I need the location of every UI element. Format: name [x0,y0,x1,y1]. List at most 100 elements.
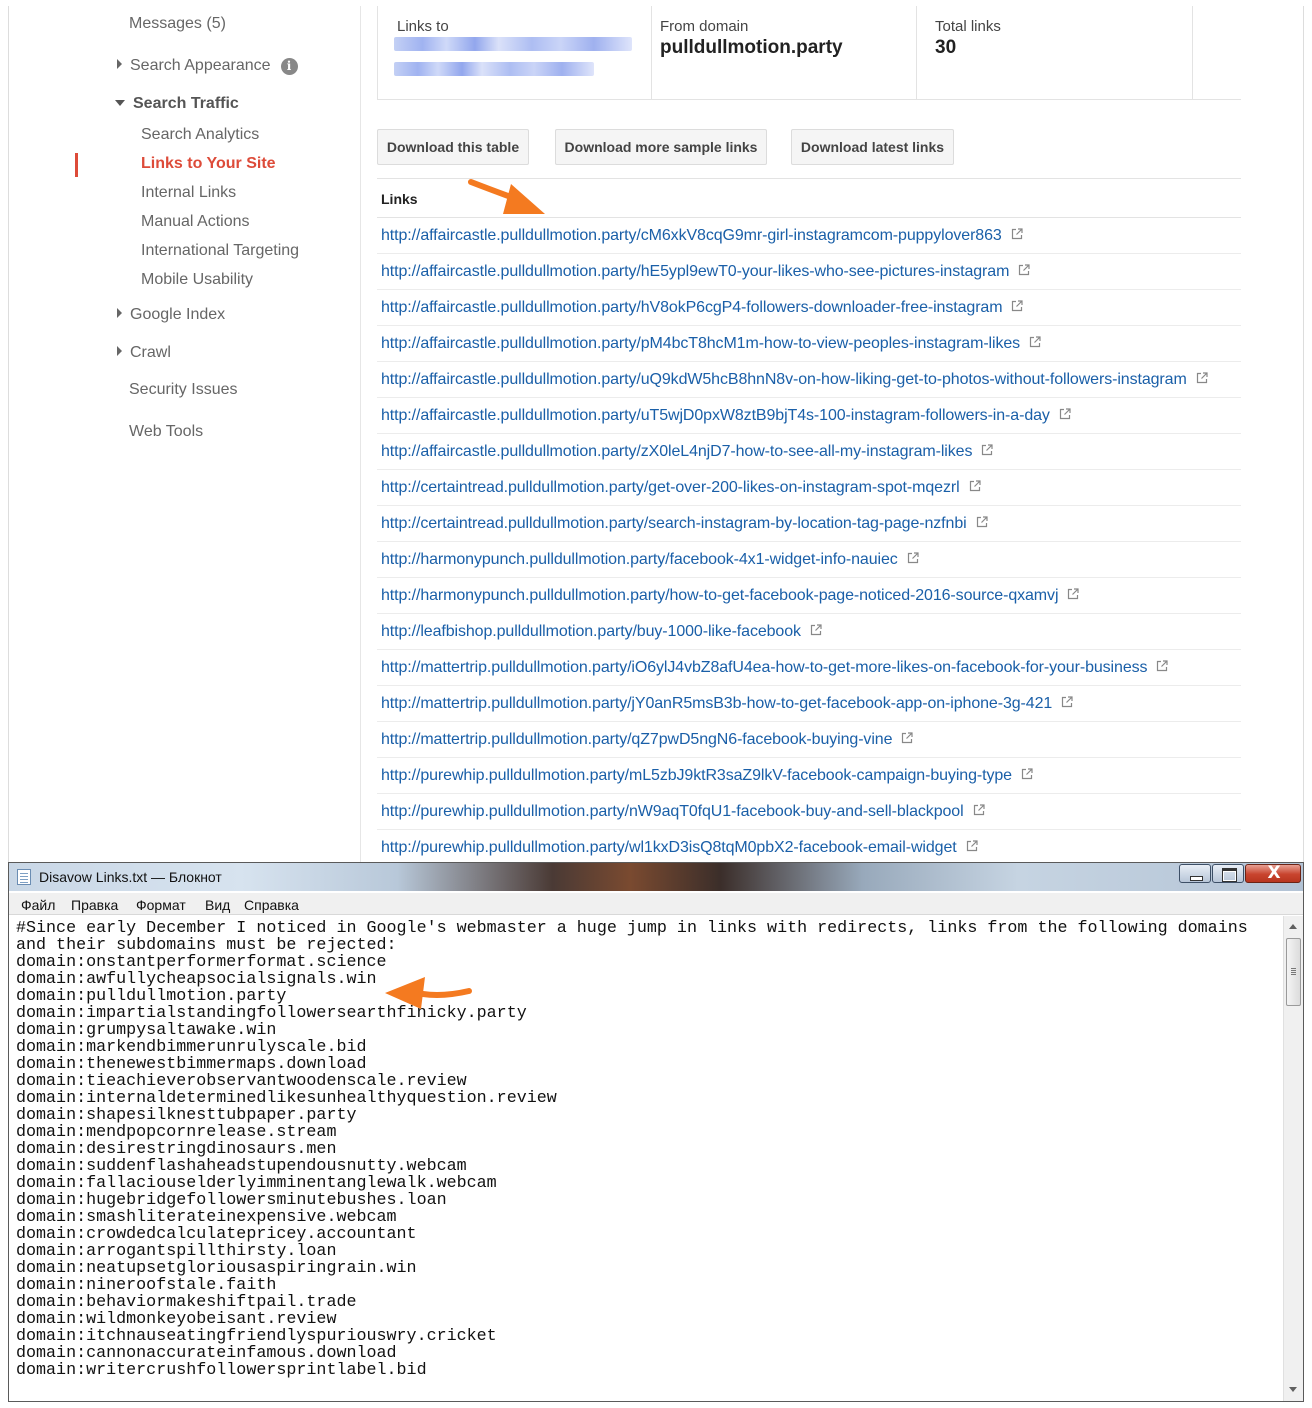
external-link-icon[interactable] [901,732,913,744]
sidebar-item-web-tools[interactable]: Web Tools [129,423,203,441]
link-url[interactable]: http://affaircastle.pulldullmotion.party… [381,227,1023,245]
external-link-icon[interactable] [981,444,993,456]
external-link-icon[interactable] [1018,264,1030,276]
minimize-button[interactable] [1179,864,1211,883]
external-link-icon[interactable] [1011,228,1023,240]
link-text: http://harmonypunch.pulldullmotion.party… [381,587,1059,604]
search-console-screenshot: Messages (5) Search Appearance i Search T… [8,6,1304,862]
external-link-icon[interactable] [976,516,988,528]
table-row: http://certaintread.pulldullmotion.party… [377,506,1241,542]
expand-arrow-icon [117,308,122,318]
link-url[interactable]: http://mattertrip.pulldullmotion.party/q… [381,731,913,749]
info-icon[interactable]: i [280,58,298,75]
link-url[interactable]: http://purewhip.pulldullmotion.party/mL5… [381,767,1033,785]
link-text: http://purewhip.pulldullmotion.party/nW9… [381,803,964,820]
sidebar-item-label: Search Traffic [133,95,239,112]
sidebar-item-search-analytics[interactable]: Search Analytics [141,126,259,144]
sidebar-item-label: Google Index [130,306,226,323]
sidebar-item-internal-links[interactable]: Internal Links [141,184,236,202]
sidebar-item-mobile-usability[interactable]: Mobile Usability [141,271,253,289]
external-link-icon[interactable] [1011,300,1024,312]
link-url[interactable]: http://purewhip.pulldullmotion.party/nW9… [381,803,985,821]
external-link-icon[interactable] [1021,768,1033,780]
notepad-icon [17,869,31,885]
link-url[interactable]: http://harmonypunch.pulldullmotion.party… [381,551,919,569]
external-link-icon[interactable] [1196,372,1208,384]
external-link-icon[interactable] [1067,588,1080,600]
menu-file[interactable]: Файл [21,897,55,913]
link-text: http://certaintread.pulldullmotion.party… [381,515,967,532]
link-url[interactable]: http://affaircastle.pulldullmotion.party… [381,263,1030,281]
link-text: http://affaircastle.pulldullmotion.party… [381,371,1187,388]
sidebar-item-messages[interactable]: Messages (5) [129,15,226,33]
sidebar-nav: Messages (5) Search Appearance i Search T… [9,6,361,862]
link-url[interactable]: http://purewhip.pulldullmotion.party/wl1… [381,839,978,857]
external-link-icon[interactable] [907,552,919,564]
sidebar-item-search-traffic[interactable]: Search Traffic [115,95,239,113]
link-url[interactable]: http://harmonypunch.pulldullmotion.party… [381,587,1080,605]
menu-view[interactable]: Вид [205,897,230,913]
sidebar-item-manual-actions[interactable]: Manual Actions [141,213,250,231]
close-button[interactable]: X [1245,863,1301,883]
link-url[interactable]: http://affaircastle.pulldullmotion.party… [381,335,1041,353]
active-indicator [75,153,78,177]
sidebar-item-links-to-your-site[interactable]: Links to Your Site [141,155,276,173]
menu-help[interactable]: Справка [244,897,299,913]
link-url[interactable]: http://certaintread.pulldullmotion.party… [381,515,988,533]
notepad-window: Disavow Links.txt — Блокнот X Файл Правк… [8,862,1304,1402]
table-row: http://mattertrip.pulldullmotion.party/q… [377,722,1241,758]
table-row: http://purewhip.pulldullmotion.party/nW9… [377,794,1241,830]
download-latest-links-button[interactable]: Download latest links [791,129,954,165]
text-editor-area[interactable]: #Since early December I noticed in Googl… [9,916,1283,1401]
table-row: http://affaircastle.pulldullmotion.party… [377,290,1241,326]
summary-empty-cell [1192,6,1241,100]
link-url[interactable]: http://affaircastle.pulldullmotion.party… [381,443,993,461]
link-url[interactable]: http://mattertrip.pulldullmotion.party/i… [381,659,1169,677]
sidebar-item-google-index[interactable]: Google Index [117,306,225,324]
link-url[interactable]: http://affaircastle.pulldullmotion.party… [381,371,1208,389]
expand-arrow-icon [117,346,122,356]
scroll-up-arrow-icon[interactable] [1289,924,1297,929]
window-titlebar[interactable]: Disavow Links.txt — Блокнот X [9,863,1303,891]
vertical-scrollbar[interactable] [1283,916,1303,1401]
main-content: Links to From domain pulldullmotion.part… [377,6,1303,862]
maximize-button[interactable] [1212,864,1244,883]
sidebar-item-crawl[interactable]: Crawl [117,344,171,362]
link-url[interactable]: http://leafbishop.pulldullmotion.party/b… [381,623,822,641]
summary-from-domain: From domain pulldullmotion.party [651,6,916,100]
summary-links-to: Links to [377,6,651,100]
menu-bar: Файл Правка Формат Вид Справка [9,893,1303,915]
table-row: http://affaircastle.pulldullmotion.party… [377,362,1241,398]
link-url[interactable]: http://mattertrip.pulldullmotion.party/j… [381,695,1073,713]
link-text: http://mattertrip.pulldullmotion.party/i… [381,659,1148,676]
download-table-button[interactable]: Download this table [377,129,529,165]
table-row: http://harmonypunch.pulldullmotion.party… [377,542,1241,578]
summary-table: Links to From domain pulldullmotion.part… [377,6,1241,100]
table-row: http://mattertrip.pulldullmotion.party/j… [377,686,1241,722]
collapse-arrow-icon [115,100,125,106]
summary-value: 30 [935,37,957,58]
external-link-icon[interactable] [1156,660,1169,672]
link-url[interactable]: http://affaircastle.pulldullmotion.party… [381,299,1024,317]
sidebar-item-security-issues[interactable]: Security Issues [129,381,237,399]
menu-format[interactable]: Формат [136,897,186,913]
external-link-icon[interactable] [966,840,978,852]
external-link-icon[interactable] [1029,336,1041,348]
link-url[interactable]: http://certaintread.pulldullmotion.party… [381,479,981,497]
sidebar-item-search-appearance[interactable]: Search Appearance i [117,57,298,75]
orange-arrow-icon [468,179,545,214]
scroll-down-arrow-icon[interactable] [1289,1387,1297,1392]
table-row: http://purewhip.pulldullmotion.party/wl1… [377,830,1241,862]
sidebar-item-international-targeting[interactable]: International Targeting [141,242,299,260]
link-text: http://affaircastle.pulldullmotion.party… [381,299,1003,316]
link-text: http://mattertrip.pulldullmotion.party/q… [381,731,893,748]
link-url[interactable]: http://affaircastle.pulldullmotion.party… [381,407,1071,425]
external-link-icon[interactable] [810,624,822,636]
external-link-icon[interactable] [1059,408,1071,420]
download-sample-links-button[interactable]: Download more sample links [555,129,767,165]
scroll-thumb[interactable] [1286,938,1301,1006]
external-link-icon[interactable] [969,480,981,492]
external-link-icon[interactable] [973,804,985,816]
external-link-icon[interactable] [1061,696,1073,708]
menu-edit[interactable]: Правка [71,897,118,913]
